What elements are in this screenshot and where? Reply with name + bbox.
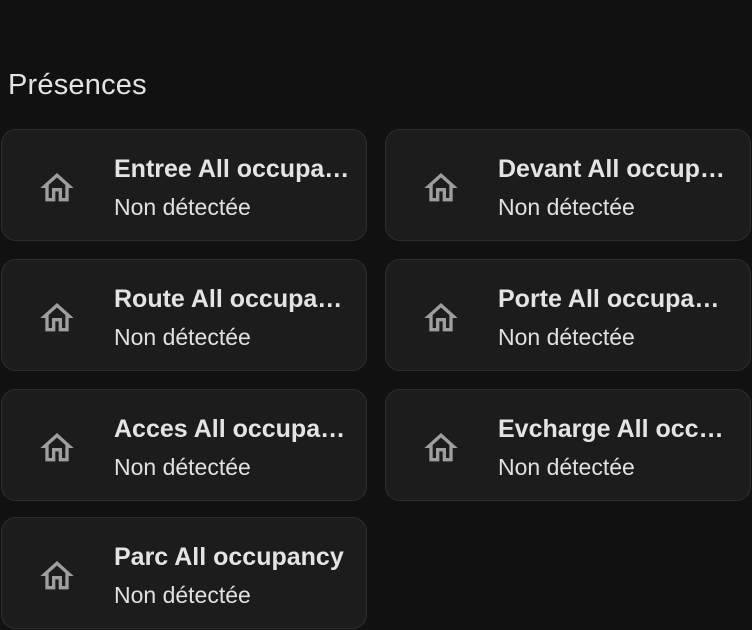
presence-card-evcharge[interactable]: Evcharge All occupancy Non détectée [385,389,751,501]
card-name: Entree All occupancy [114,155,350,183]
card-name: Route All occupancy [114,285,350,313]
presence-card-parc[interactable]: Parc All occupancy Non détectée [1,517,367,629]
page-title: Présences [8,69,147,101]
card-name: Acces All occupancy [114,415,350,443]
home-icon [421,428,461,468]
presence-card-route[interactable]: Route All occupancy Non détectée [1,259,367,371]
card-state: Non détectée [498,324,635,350]
presence-card-devant[interactable]: Devant All occupancy Non détectée [385,129,751,241]
card-name: Porte All occupancy [498,285,734,313]
card-state: Non détectée [114,454,251,480]
home-icon [37,298,77,338]
card-state: Non détectée [114,194,251,220]
home-icon [421,298,461,338]
presence-card-acces[interactable]: Acces All occupancy Non détectée [1,389,367,501]
card-name: Devant All occupancy [498,155,734,183]
home-icon [421,168,461,208]
home-icon [37,168,77,208]
card-state: Non détectée [498,194,635,220]
card-name: Parc All occupancy [114,543,344,571]
card-name: Evcharge All occupancy [498,415,734,443]
presence-card-porte[interactable]: Porte All occupancy Non détectée [385,259,751,371]
home-icon [37,556,77,596]
card-state: Non détectée [498,454,635,480]
home-icon [37,428,77,468]
card-state: Non détectée [114,582,251,608]
presence-card-entree[interactable]: Entree All occupancy Non détectée [1,129,367,241]
card-state: Non détectée [114,324,251,350]
